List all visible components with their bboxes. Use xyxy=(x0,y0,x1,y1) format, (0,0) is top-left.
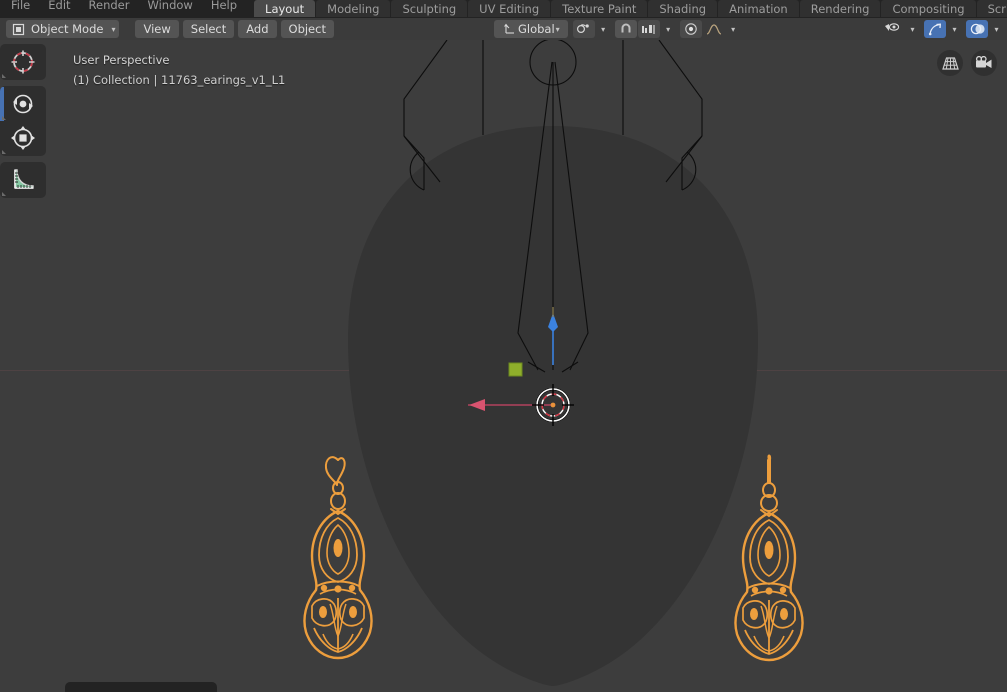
orientation-axis-icon xyxy=(502,22,518,36)
toggle-camera-view-button[interactable] xyxy=(971,50,997,76)
viewport-nav-gizmos xyxy=(937,50,997,76)
grid-perspective-icon xyxy=(941,56,959,71)
chevron-down-icon: ▾ xyxy=(601,24,606,34)
gizmo-chevron[interactable]: ▾ xyxy=(947,20,961,38)
menu-select[interactable]: Select xyxy=(182,20,235,38)
tool-expand-corner xyxy=(2,74,6,78)
cursor-icon xyxy=(10,49,36,75)
snap-group: ▾ xyxy=(614,20,675,38)
interaction-mode-dropdown[interactable]: Object Mode ▾ xyxy=(6,20,120,38)
tab-modeling[interactable]: Modeling xyxy=(316,0,391,17)
tab-animation[interactable]: Animation xyxy=(718,0,799,17)
menu-item-help[interactable]: Help xyxy=(202,0,246,14)
menu-item-render[interactable]: Render xyxy=(80,0,139,14)
earring-right xyxy=(734,454,804,662)
chevron-down-icon: ▾ xyxy=(994,24,999,34)
snap-target-dropdown[interactable] xyxy=(637,20,660,38)
blender-window: File Edit Render Window Help Layout Mode… xyxy=(0,0,1007,692)
gizmo-group: ▾ xyxy=(924,20,961,38)
viewport-toolbar xyxy=(0,44,46,204)
pivot-point-chevron[interactable]: ▾ xyxy=(596,20,610,38)
rotate-tool[interactable] xyxy=(0,87,46,121)
cursor-tool[interactable] xyxy=(0,45,46,79)
overlays-toggle[interactable] xyxy=(966,20,988,38)
menu-item-window[interactable]: Window xyxy=(138,0,201,14)
overlays-group: ▾ xyxy=(966,20,1003,38)
chevron-down-icon: ▾ xyxy=(666,24,671,34)
main-menu: File Edit Render Window Help xyxy=(0,0,246,18)
falloff-dropdown[interactable] xyxy=(703,20,725,38)
object-mode-icon xyxy=(10,22,26,36)
object-visibility-dropdown[interactable] xyxy=(881,20,904,38)
top-menu-bar: File Edit Render Window Help Layout Mode… xyxy=(0,0,1007,18)
menu-add[interactable]: Add xyxy=(238,20,277,38)
tool-expand-corner xyxy=(2,150,6,154)
y-axis-handle xyxy=(508,362,523,377)
visibility-group: ▾ xyxy=(881,20,919,38)
camera-icon xyxy=(975,56,993,70)
interaction-mode-label: Object Mode xyxy=(31,22,104,36)
menu-item-edit[interactable]: Edit xyxy=(39,0,79,14)
transform-icon xyxy=(10,125,36,151)
tool-group-transform xyxy=(0,86,46,156)
toggle-orthographic-button[interactable] xyxy=(937,50,963,76)
chevron-down-icon: ▾ xyxy=(910,24,915,34)
3d-viewport[interactable]: User Perspective (1) Collection | 11763_… xyxy=(0,40,1007,692)
tool-expand-corner xyxy=(2,116,6,120)
transform-orientation-label: Global xyxy=(517,22,555,36)
proportional-edit-toggle[interactable] xyxy=(679,20,702,38)
workspace-tabs: Layout Modeling Sculpting UV Editing Tex… xyxy=(254,0,1007,18)
overlays-chevron[interactable]: ▾ xyxy=(989,20,1003,38)
measure-icon xyxy=(10,167,36,193)
tab-layout[interactable]: Layout xyxy=(254,0,316,17)
visibility-chevron[interactable]: ▾ xyxy=(905,20,919,38)
scene-content xyxy=(303,40,804,686)
tab-texture-paint[interactable]: Texture Paint xyxy=(551,0,648,17)
tab-uv-editing[interactable]: UV Editing xyxy=(468,0,551,17)
chevron-down-icon: ▾ xyxy=(731,24,736,34)
tab-rendering[interactable]: Rendering xyxy=(799,0,881,17)
gizmo-toggle[interactable] xyxy=(924,20,946,38)
pivot-point-dropdown[interactable] xyxy=(572,20,595,38)
transform-tool[interactable] xyxy=(0,121,46,155)
menu-view[interactable]: View xyxy=(135,20,179,38)
measure-tool[interactable] xyxy=(0,163,46,197)
tab-shading[interactable]: Shading xyxy=(648,0,718,17)
proportional-edit-group: ▾ xyxy=(679,20,740,38)
tab-compositing[interactable]: Compositing xyxy=(881,0,976,17)
menu-item-file[interactable]: File xyxy=(2,0,39,14)
snap-toggle[interactable] xyxy=(614,20,637,38)
tab-scripting[interactable]: Scripting xyxy=(976,0,1007,17)
chevron-down-icon: ▾ xyxy=(555,24,560,34)
snap-target-chevron[interactable]: ▾ xyxy=(661,20,675,38)
menu-object[interactable]: Object xyxy=(280,20,334,38)
chevron-down-icon: ▾ xyxy=(111,24,116,34)
viewport-header: Object Mode ▾ View Select Add Object Glo… xyxy=(0,18,1007,40)
tool-expand-corner xyxy=(2,192,6,196)
transform-orientation-dropdown[interactable]: Global ▾ xyxy=(493,20,568,38)
falloff-chevron[interactable]: ▾ xyxy=(726,20,740,38)
rotate-icon xyxy=(10,91,36,117)
chevron-down-icon: ▾ xyxy=(952,24,957,34)
tool-group-cursor xyxy=(0,44,46,80)
tab-sculpting[interactable]: Sculpting xyxy=(391,0,468,17)
tool-group-measure xyxy=(0,162,46,198)
pivot-group: ▾ xyxy=(572,20,610,38)
earring-left xyxy=(303,456,373,660)
last-operator-panel[interactable] xyxy=(65,682,217,692)
